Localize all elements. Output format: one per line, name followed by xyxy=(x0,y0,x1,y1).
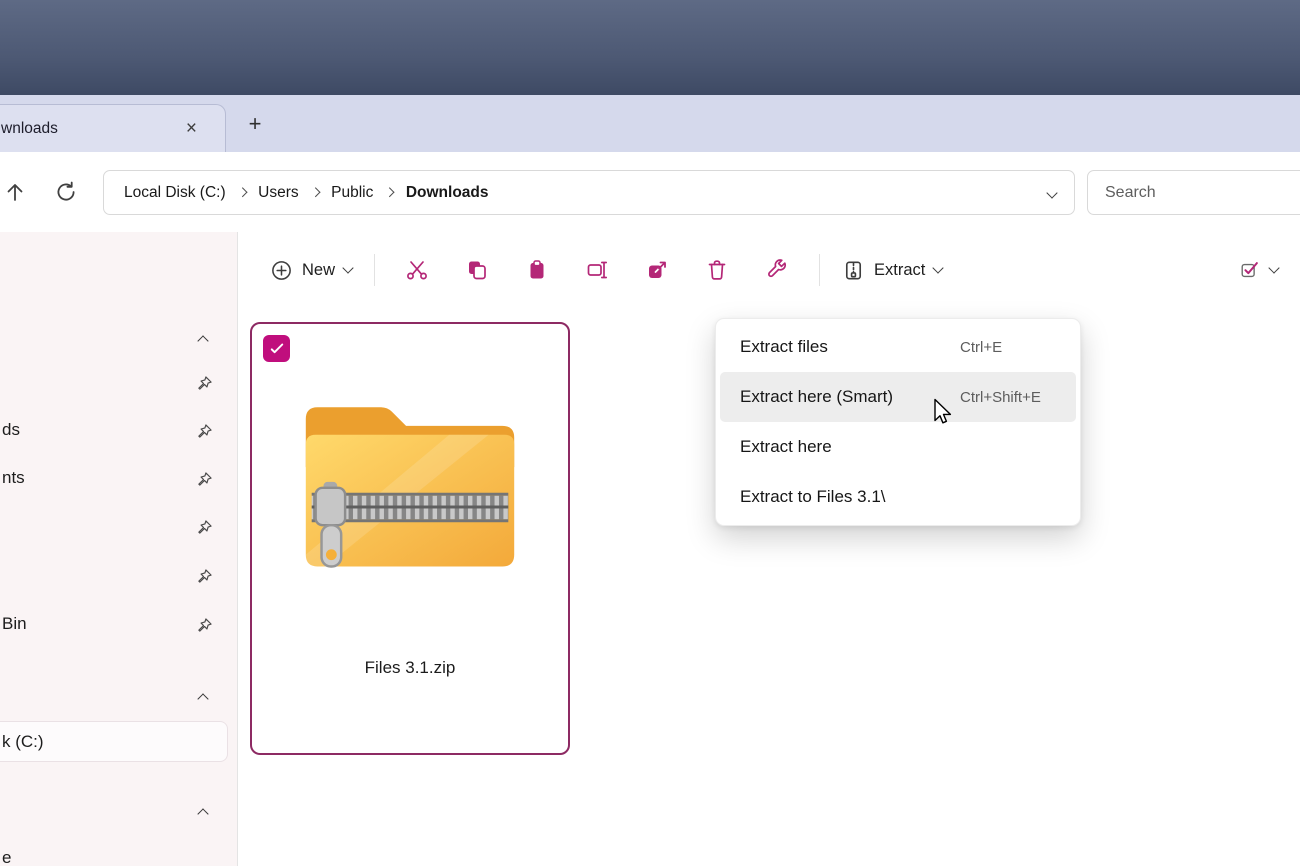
tools-button[interactable] xyxy=(749,248,805,292)
selection-options-button[interactable] xyxy=(1239,259,1278,281)
new-button-label: New xyxy=(302,261,335,280)
chevron-down-icon xyxy=(1046,187,1057,198)
breadcrumb[interactable]: Local Disk (C:) Users Public Downloads xyxy=(103,170,1075,215)
chevron-right-icon xyxy=(385,188,394,197)
file-name: Files 3.1.zip xyxy=(252,658,568,678)
wrench-icon xyxy=(765,258,789,282)
new-tab-button[interactable]: + xyxy=(240,109,270,139)
menu-item-extract-to-folder[interactable]: Extract to Files 3.1\ xyxy=(720,472,1076,522)
breadcrumb-item-downloads[interactable]: Downloads xyxy=(404,184,491,202)
breadcrumb-item-users[interactable]: Users xyxy=(256,184,300,202)
chevron-up-icon[interactable] xyxy=(199,805,207,823)
tab-close-icon[interactable]: × xyxy=(186,119,197,138)
breadcrumb-item-local-disk[interactable]: Local Disk (C:) xyxy=(122,184,228,202)
search-box[interactable] xyxy=(1087,170,1300,215)
paste-button[interactable] xyxy=(509,248,565,292)
up-arrow-icon xyxy=(3,180,27,204)
tab-downloads[interactable]: wnloads × xyxy=(0,104,226,152)
toolbar-divider xyxy=(819,254,820,286)
rename-button[interactable] xyxy=(569,248,625,292)
chevron-up-icon[interactable] xyxy=(199,690,207,708)
content-toolbar: New Extract xyxy=(238,232,1300,308)
rename-icon xyxy=(585,258,609,282)
tab-title: wnloads xyxy=(1,120,186,138)
delete-button[interactable] xyxy=(689,248,745,292)
search-input[interactable] xyxy=(1105,184,1300,202)
extract-button[interactable]: Extract xyxy=(832,251,952,290)
extract-dropdown-menu: Extract files Ctrl+E Extract here (Smart… xyxy=(715,318,1081,526)
archive-icon xyxy=(842,259,865,282)
paste-icon xyxy=(525,258,549,282)
check-icon xyxy=(268,340,286,358)
zip-folder-icon xyxy=(282,362,538,599)
navigation-bar: Local Disk (C:) Users Public Downloads xyxy=(0,152,1300,232)
menu-item-extract-files[interactable]: Extract files Ctrl+E xyxy=(720,322,1076,372)
plus-circle-icon xyxy=(270,259,293,282)
pin-icon[interactable] xyxy=(196,617,213,634)
new-button[interactable]: New xyxy=(260,251,362,290)
sidebar-item-local-disk[interactable]: k (C:) xyxy=(0,721,228,762)
chevron-down-icon xyxy=(933,262,944,273)
address-dropdown-button[interactable] xyxy=(1048,184,1056,202)
desktop-background xyxy=(0,0,1300,95)
breadcrumb-item-public[interactable]: Public xyxy=(329,184,375,202)
sidebar-item-bottom[interactable]: e xyxy=(2,848,11,868)
share-button[interactable] xyxy=(629,248,685,292)
copy-icon xyxy=(465,258,489,282)
pin-icon[interactable] xyxy=(196,423,213,440)
mouse-cursor-icon xyxy=(931,398,955,430)
refresh-icon xyxy=(54,180,78,204)
chevron-right-icon xyxy=(310,188,319,197)
chevron-right-icon xyxy=(237,188,246,197)
share-icon xyxy=(645,258,669,282)
drive-label: k (C:) xyxy=(2,732,44,752)
scissors-icon xyxy=(405,258,429,282)
up-button[interactable] xyxy=(0,172,35,212)
chevron-down-icon xyxy=(342,262,353,273)
pin-icon[interactable] xyxy=(196,375,213,392)
pin-icon[interactable] xyxy=(196,471,213,488)
pin-icon[interactable] xyxy=(196,519,213,536)
copy-button[interactable] xyxy=(449,248,505,292)
refresh-button[interactable] xyxy=(46,172,86,212)
sidebar-item-documents[interactable]: nts xyxy=(2,468,25,488)
tab-bar: wnloads × + xyxy=(0,95,1300,152)
chevron-down-icon xyxy=(1268,262,1279,273)
extract-button-label: Extract xyxy=(874,261,925,280)
pin-icon[interactable] xyxy=(196,568,213,585)
sidebar: ds nts Bin k (C:) e xyxy=(0,232,237,866)
sidebar-item-downloads[interactable]: ds xyxy=(2,420,20,440)
checkbox-check-icon xyxy=(1239,259,1261,281)
file-tile[interactable]: Files 3.1.zip xyxy=(250,322,570,755)
cut-button[interactable] xyxy=(389,248,445,292)
toolbar-divider xyxy=(374,254,375,286)
sidebar-item-recycle-bin[interactable]: Bin xyxy=(2,614,27,634)
selected-checkbox[interactable] xyxy=(263,335,290,362)
trash-icon xyxy=(705,258,729,282)
menu-item-extract-here[interactable]: Extract here xyxy=(720,422,1076,472)
menu-item-extract-here-smart[interactable]: Extract here (Smart) Ctrl+Shift+E xyxy=(720,372,1076,422)
chevron-up-icon[interactable] xyxy=(199,332,207,350)
